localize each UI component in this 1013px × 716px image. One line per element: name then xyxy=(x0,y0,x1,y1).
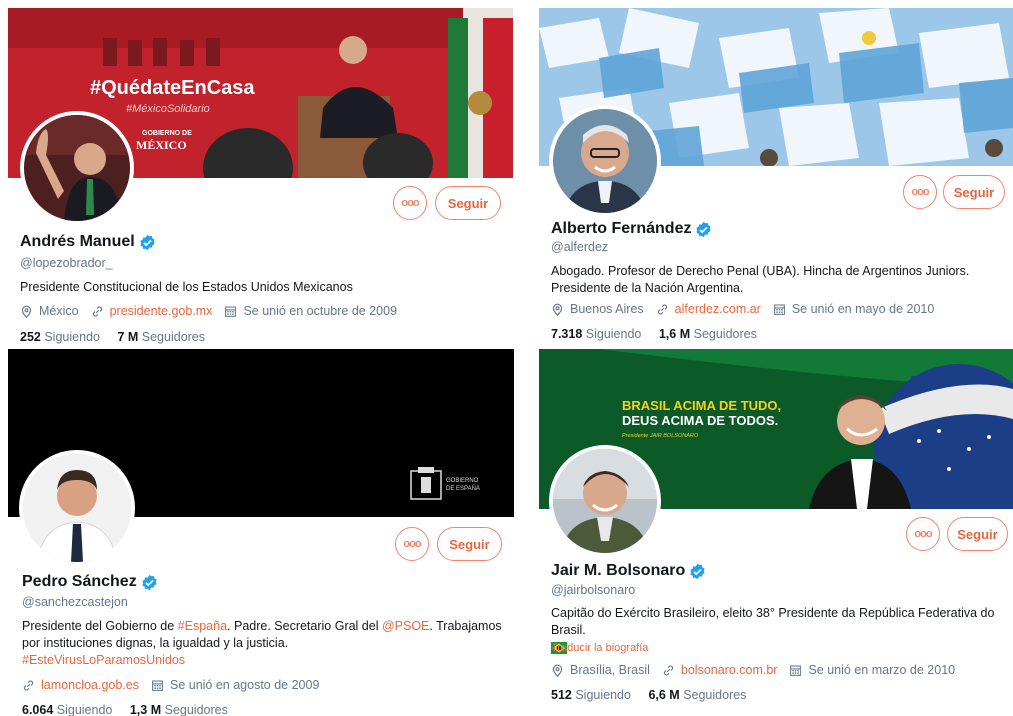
location-pin-icon xyxy=(551,664,564,677)
profile-meta: Brasília, Brasil bolsonaro.com.br Se uni… xyxy=(551,663,955,677)
profile-card-jairbolsonaro: EM E P BRASIL ACIMA DE TUDO, DEUS ACIMA … xyxy=(539,349,1013,716)
profile-meta: lamoncloa.gob.es Se unió en agosto de 20… xyxy=(22,678,319,692)
svg-text:Presidente JAIR BOLSONARO: Presidente JAIR BOLSONARO xyxy=(622,433,699,439)
display-name: Pedro Sánchez xyxy=(22,573,137,590)
verified-icon xyxy=(141,574,158,591)
avatar-image xyxy=(24,115,130,221)
link-icon xyxy=(656,303,669,316)
followers-link[interactable]: 7 M Seguidores xyxy=(117,330,205,344)
following-count: 7.318 xyxy=(551,327,583,341)
website-link[interactable]: alferdez.com.ar xyxy=(675,302,761,316)
banner-hashtag: #QuédateEnCasa xyxy=(90,77,255,99)
location: Brasília, Brasil xyxy=(570,663,650,677)
following-link[interactable]: 7.318 Siguiendo xyxy=(551,327,641,341)
link-icon xyxy=(22,679,35,692)
followers-count: 6,6 M xyxy=(648,688,680,702)
profile-card-alferdez: ooo Seguir Alberto Fernández @alferdez A… xyxy=(539,8,1013,348)
display-name: Andrés Manuel xyxy=(20,233,135,250)
follow-button[interactable]: Seguir xyxy=(947,517,1008,551)
profile-bio: Presidente del Gobierno de #España. Padr… xyxy=(22,619,502,667)
svg-text:MÉXICO: MÉXICO xyxy=(136,138,187,152)
calendar-icon xyxy=(789,664,802,677)
followers-count: 1,3 M xyxy=(129,703,162,716)
profile-stats: 6.064 Siguiendo 1,3 M Seguidores xyxy=(22,703,228,716)
verified-icon xyxy=(139,234,156,251)
profile-handle: @jairbolsonaro xyxy=(551,583,636,597)
more-options-button[interactable]: ooo xyxy=(903,175,937,209)
website-link[interactable]: presidente.gob.mx xyxy=(110,304,213,318)
followers-link[interactable]: 1,3 M Seguidores xyxy=(130,703,228,716)
follow-button[interactable]: Seguir xyxy=(437,527,502,561)
verified-icon xyxy=(689,563,706,580)
calendar-icon xyxy=(151,679,164,692)
location-pin-icon xyxy=(551,303,564,316)
profile-name: Andrés Manuel xyxy=(20,233,156,251)
calendar-icon xyxy=(224,305,237,318)
avatar-image xyxy=(23,454,131,562)
svg-text:GOBIERNO: GOBIERNO xyxy=(446,478,479,484)
svg-text:GOBIERNO DE: GOBIERNO DE xyxy=(142,130,192,137)
website-link[interactable]: lamoncloa.gob.es xyxy=(41,678,139,692)
profile-stats: 512 Siguiendo 6,6 M Seguidores xyxy=(551,688,746,702)
following-count: 512 xyxy=(551,688,572,702)
followers-link[interactable]: 1,6 M Seguidores xyxy=(659,327,757,341)
banner-subtag: #MéxicoSolidario xyxy=(126,103,210,115)
avatar[interactable] xyxy=(20,111,134,225)
followers-count: 7 M xyxy=(117,330,139,344)
joined-date: Se unió en mayo de 2010 xyxy=(791,302,935,316)
more-options-button[interactable]: ooo xyxy=(906,517,940,551)
website-link[interactable]: bolsonaro.com.br xyxy=(681,663,778,677)
location: Buenos Aires xyxy=(570,302,644,316)
followers-count: 1,6 M xyxy=(658,327,691,341)
profile-name: Pedro Sánchez xyxy=(22,573,158,591)
mention-link[interactable]: @PSOE xyxy=(382,619,429,633)
translate-bio-link[interactable]: Traducir la biografía xyxy=(551,642,648,654)
banner-flag-text: EM E P xyxy=(909,373,953,388)
following-count: 252 xyxy=(20,330,41,344)
calendar-icon xyxy=(773,303,786,316)
avatar[interactable] xyxy=(549,105,661,217)
profile-handle: @alferdez xyxy=(551,240,609,254)
svg-text:BRASIL ACIMA DE TUDO,: BRASIL ACIMA DE TUDO, xyxy=(622,398,781,413)
following-count: 6.064 xyxy=(22,703,54,716)
display-name: Alberto Fernández xyxy=(551,220,692,237)
profile-bio: Presidente Constitucional de los Estados… xyxy=(20,280,353,294)
joined-date: Se unió en octubre de 2009 xyxy=(243,304,398,318)
profile-meta: México presidente.gob.mx Se unió en octu… xyxy=(20,304,397,318)
link-icon xyxy=(91,305,104,318)
avatar-image xyxy=(553,449,657,553)
following-link[interactable]: 6.064 Siguiendo xyxy=(22,703,112,716)
profile-handle: @sanchezcastejon xyxy=(22,595,128,609)
joined-date: Se unió en marzo de 2010 xyxy=(808,663,956,677)
location-pin-icon xyxy=(20,305,33,318)
profile-handle: @lopezobrador_ xyxy=(20,256,113,270)
following-link[interactable]: 252 Siguiendo xyxy=(20,330,100,344)
link-icon xyxy=(662,664,675,677)
profile-name: Jair M. Bolsonaro xyxy=(551,562,706,580)
profile-meta: Buenos Aires alferdez.com.ar Se unió en … xyxy=(551,302,934,316)
hashtag-link[interactable]: #España xyxy=(178,619,227,633)
avatar[interactable] xyxy=(19,450,135,566)
profile-name: Alberto Fernández xyxy=(551,220,712,238)
hashtag-link[interactable]: #EsteVirusLoParamosUnidos xyxy=(22,653,185,667)
profile-stats: 7.318 Siguiendo 1,6 M Seguidores xyxy=(551,327,757,341)
svg-text:DE ESPAÑA: DE ESPAÑA xyxy=(446,485,480,492)
profile-stats: 252 Siguiendo 7 M Seguidores xyxy=(20,330,205,344)
profile-card-sanchezcastejon: GOBIERNO DE ESPAÑA ooo Seguir Pedro Sánc… xyxy=(8,349,514,716)
follow-button[interactable]: Seguir xyxy=(943,175,1005,209)
joined-date: Se unió en agosto de 2009 xyxy=(169,678,320,692)
more-options-button[interactable]: ooo xyxy=(393,186,427,220)
profile-card-lopezobrador: #QuédateEnCasa #MéxicoSolidario GOBIERNO… xyxy=(8,8,513,350)
more-options-button[interactable]: ooo xyxy=(395,527,429,561)
verified-icon xyxy=(695,221,712,238)
display-name: Jair M. Bolsonaro xyxy=(551,562,686,579)
avatar-image xyxy=(553,109,657,213)
following-link[interactable]: 512 Siguiendo xyxy=(551,688,631,702)
follow-button[interactable]: Seguir xyxy=(435,186,501,220)
profile-bio: Abogado. Profesor de Derecho Penal (UBA)… xyxy=(551,264,970,295)
svg-text:DEUS ACIMA DE TODOS.: DEUS ACIMA DE TODOS. xyxy=(622,413,778,428)
location: México xyxy=(39,304,79,318)
avatar[interactable] xyxy=(549,445,661,557)
followers-link[interactable]: 6,6 M Seguidores xyxy=(648,688,746,702)
